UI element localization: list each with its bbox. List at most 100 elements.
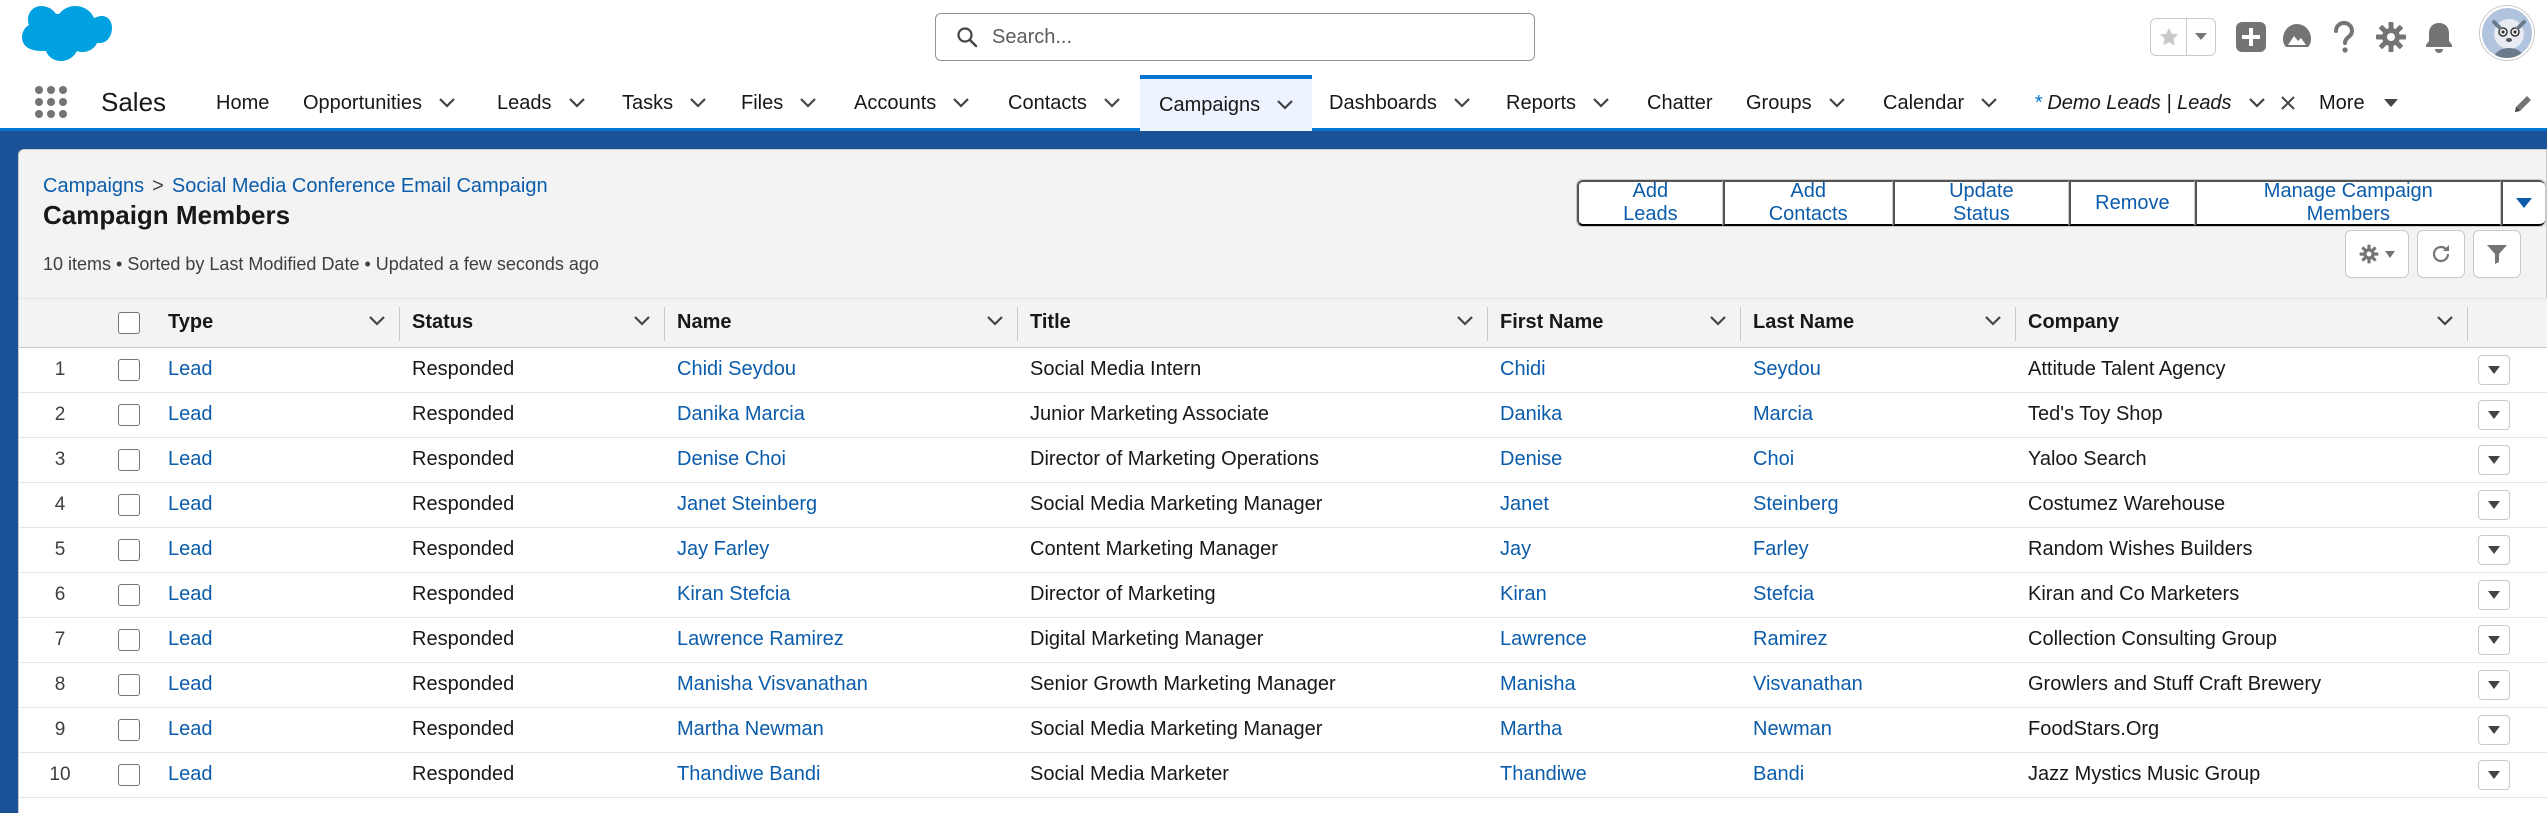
row-checkbox[interactable] [117, 763, 140, 786]
nav-item-files[interactable]: Files [741, 75, 817, 131]
chevron-down-icon[interactable] [1592, 97, 1610, 109]
chevron-down-icon[interactable] [368, 315, 386, 327]
row-checkbox[interactable] [117, 403, 140, 426]
type-link[interactable]: Lead [168, 583, 213, 605]
list-settings-button[interactable] [2345, 230, 2409, 278]
breadcrumb-parent-link[interactable]: Campaigns [43, 175, 144, 198]
type-link[interactable]: Lead [168, 358, 213, 380]
name-link[interactable]: Thandiwe Bandi [677, 763, 820, 785]
first-name-link[interactable]: Jay [1500, 538, 1531, 560]
row-checkbox[interactable] [117, 583, 140, 606]
nav-item-home[interactable]: Home [216, 75, 269, 131]
column-header-name[interactable]: Name [665, 299, 1018, 348]
notifications-button[interactable] [2420, 18, 2458, 56]
name-link[interactable]: Martha Newman [677, 718, 824, 740]
setup-button[interactable] [2372, 18, 2410, 56]
name-link[interactable]: Janet Steinberg [677, 493, 817, 515]
last-name-link[interactable]: Steinberg [1753, 493, 1839, 515]
name-link[interactable]: Chidi Seydou [677, 358, 796, 380]
chevron-down-icon[interactable] [438, 97, 456, 109]
nav-item-dashboards[interactable]: Dashboards [1329, 75, 1471, 131]
nav-item-calendar[interactable]: Calendar [1883, 75, 1998, 131]
nav-item-tasks[interactable]: Tasks [622, 75, 707, 131]
chevron-down-icon[interactable] [1103, 97, 1121, 109]
row-checkbox[interactable] [117, 358, 140, 381]
last-name-link[interactable]: Ramirez [1753, 628, 1827, 650]
favorites-star-button[interactable] [2151, 19, 2187, 55]
nav-item-opportunities[interactable]: Opportunities [303, 75, 456, 131]
row-actions-button[interactable] [2478, 759, 2510, 790]
nav-item-contacts[interactable]: Contacts [1008, 75, 1121, 131]
column-header-company[interactable]: Company [2016, 299, 2468, 348]
last-name-link[interactable]: Marcia [1753, 403, 1813, 425]
first-name-link[interactable]: Martha [1500, 718, 1562, 740]
type-link[interactable]: Lead [168, 403, 213, 425]
first-name-link[interactable]: Manisha [1500, 673, 1576, 695]
avatar[interactable] [2480, 6, 2534, 60]
chevron-down-icon[interactable] [2248, 97, 2266, 109]
chevron-down-icon[interactable] [1828, 97, 1846, 109]
chevron-down-icon[interactable] [633, 315, 651, 327]
column-header-status[interactable]: Status [400, 299, 665, 348]
row-actions-button[interactable] [2478, 669, 2510, 700]
last-name-link[interactable]: Newman [1753, 718, 1832, 740]
breadcrumb-current-link[interactable]: Social Media Conference Email Campaign [172, 175, 548, 198]
help-button[interactable] [2325, 18, 2363, 56]
name-link[interactable]: Lawrence Ramirez [677, 628, 844, 650]
nav-item-accounts[interactable]: Accounts [854, 75, 970, 131]
salesforce-cloud-logo[interactable] [22, 6, 112, 68]
nav-item-campaigns[interactable]: Campaigns [1140, 75, 1312, 131]
chevron-down-icon[interactable] [986, 315, 1004, 327]
first-name-link[interactable]: Janet [1500, 493, 1549, 515]
nav-item-reports[interactable]: Reports [1506, 75, 1610, 131]
name-link[interactable]: Kiran Stefcia [677, 583, 790, 605]
update-status-button[interactable]: Update Status [1892, 180, 2070, 226]
chevron-down-icon[interactable] [689, 97, 707, 109]
last-name-link[interactable]: Seydou [1753, 358, 1821, 380]
first-name-link[interactable]: Danika [1500, 403, 1562, 425]
type-link[interactable]: Lead [168, 628, 213, 650]
favorites-list-button[interactable] [2187, 19, 2215, 55]
last-name-link[interactable]: Visvanathan [1753, 673, 1863, 695]
chevron-down-icon[interactable] [1984, 315, 2002, 327]
remove-button[interactable]: Remove [2069, 180, 2195, 226]
global-search[interactable] [935, 13, 1535, 61]
nav-item-demo-leads-tab[interactable]: * Demo Leads | Leads [2034, 75, 2296, 131]
chevron-down-icon[interactable] [1276, 99, 1294, 111]
select-all-checkbox[interactable] [117, 311, 140, 334]
chevron-down-icon[interactable] [799, 97, 817, 109]
nav-item-groups[interactable]: Groups [1746, 75, 1846, 131]
pencil-icon[interactable] [2512, 93, 2534, 115]
type-link[interactable]: Lead [168, 538, 213, 560]
name-link[interactable]: Jay Farley [677, 538, 769, 560]
first-name-link[interactable]: Denise [1500, 448, 1562, 470]
column-header-title[interactable]: Title [1018, 299, 1488, 348]
nav-item-chatter[interactable]: Chatter [1647, 75, 1713, 131]
chevron-down-icon[interactable] [952, 97, 970, 109]
chevron-down-icon[interactable] [1453, 97, 1471, 109]
chevron-down-icon[interactable] [2436, 315, 2454, 327]
row-actions-button[interactable] [2478, 489, 2510, 520]
type-link[interactable]: Lead [168, 763, 213, 785]
name-link[interactable]: Danika Marcia [677, 403, 805, 425]
global-actions-button[interactable] [2232, 18, 2270, 56]
row-actions-button[interactable] [2478, 534, 2510, 565]
close-icon[interactable] [2280, 95, 2296, 111]
manage-campaign-members-button[interactable]: Manage Campaign Members [2194, 180, 2501, 226]
row-checkbox[interactable] [117, 448, 140, 471]
last-name-link[interactable]: Bandi [1753, 763, 1804, 785]
first-name-link[interactable]: Lawrence [1500, 628, 1587, 650]
refresh-button[interactable] [2417, 230, 2465, 278]
last-name-link[interactable]: Farley [1753, 538, 1809, 560]
column-header-type[interactable]: Type [156, 299, 400, 348]
first-name-link[interactable]: Chidi [1500, 358, 1546, 380]
column-header-last-name[interactable]: Last Name [1741, 299, 2016, 348]
row-checkbox[interactable] [117, 493, 140, 516]
app-launcher-icon[interactable] [34, 85, 68, 119]
chevron-down-icon[interactable] [1709, 315, 1727, 327]
guidance-center-button[interactable] [2278, 18, 2316, 56]
chevron-down-icon[interactable] [1456, 315, 1474, 327]
first-name-link[interactable]: Kiran [1500, 583, 1547, 605]
row-actions-button[interactable] [2478, 714, 2510, 745]
type-link[interactable]: Lead [168, 718, 213, 740]
